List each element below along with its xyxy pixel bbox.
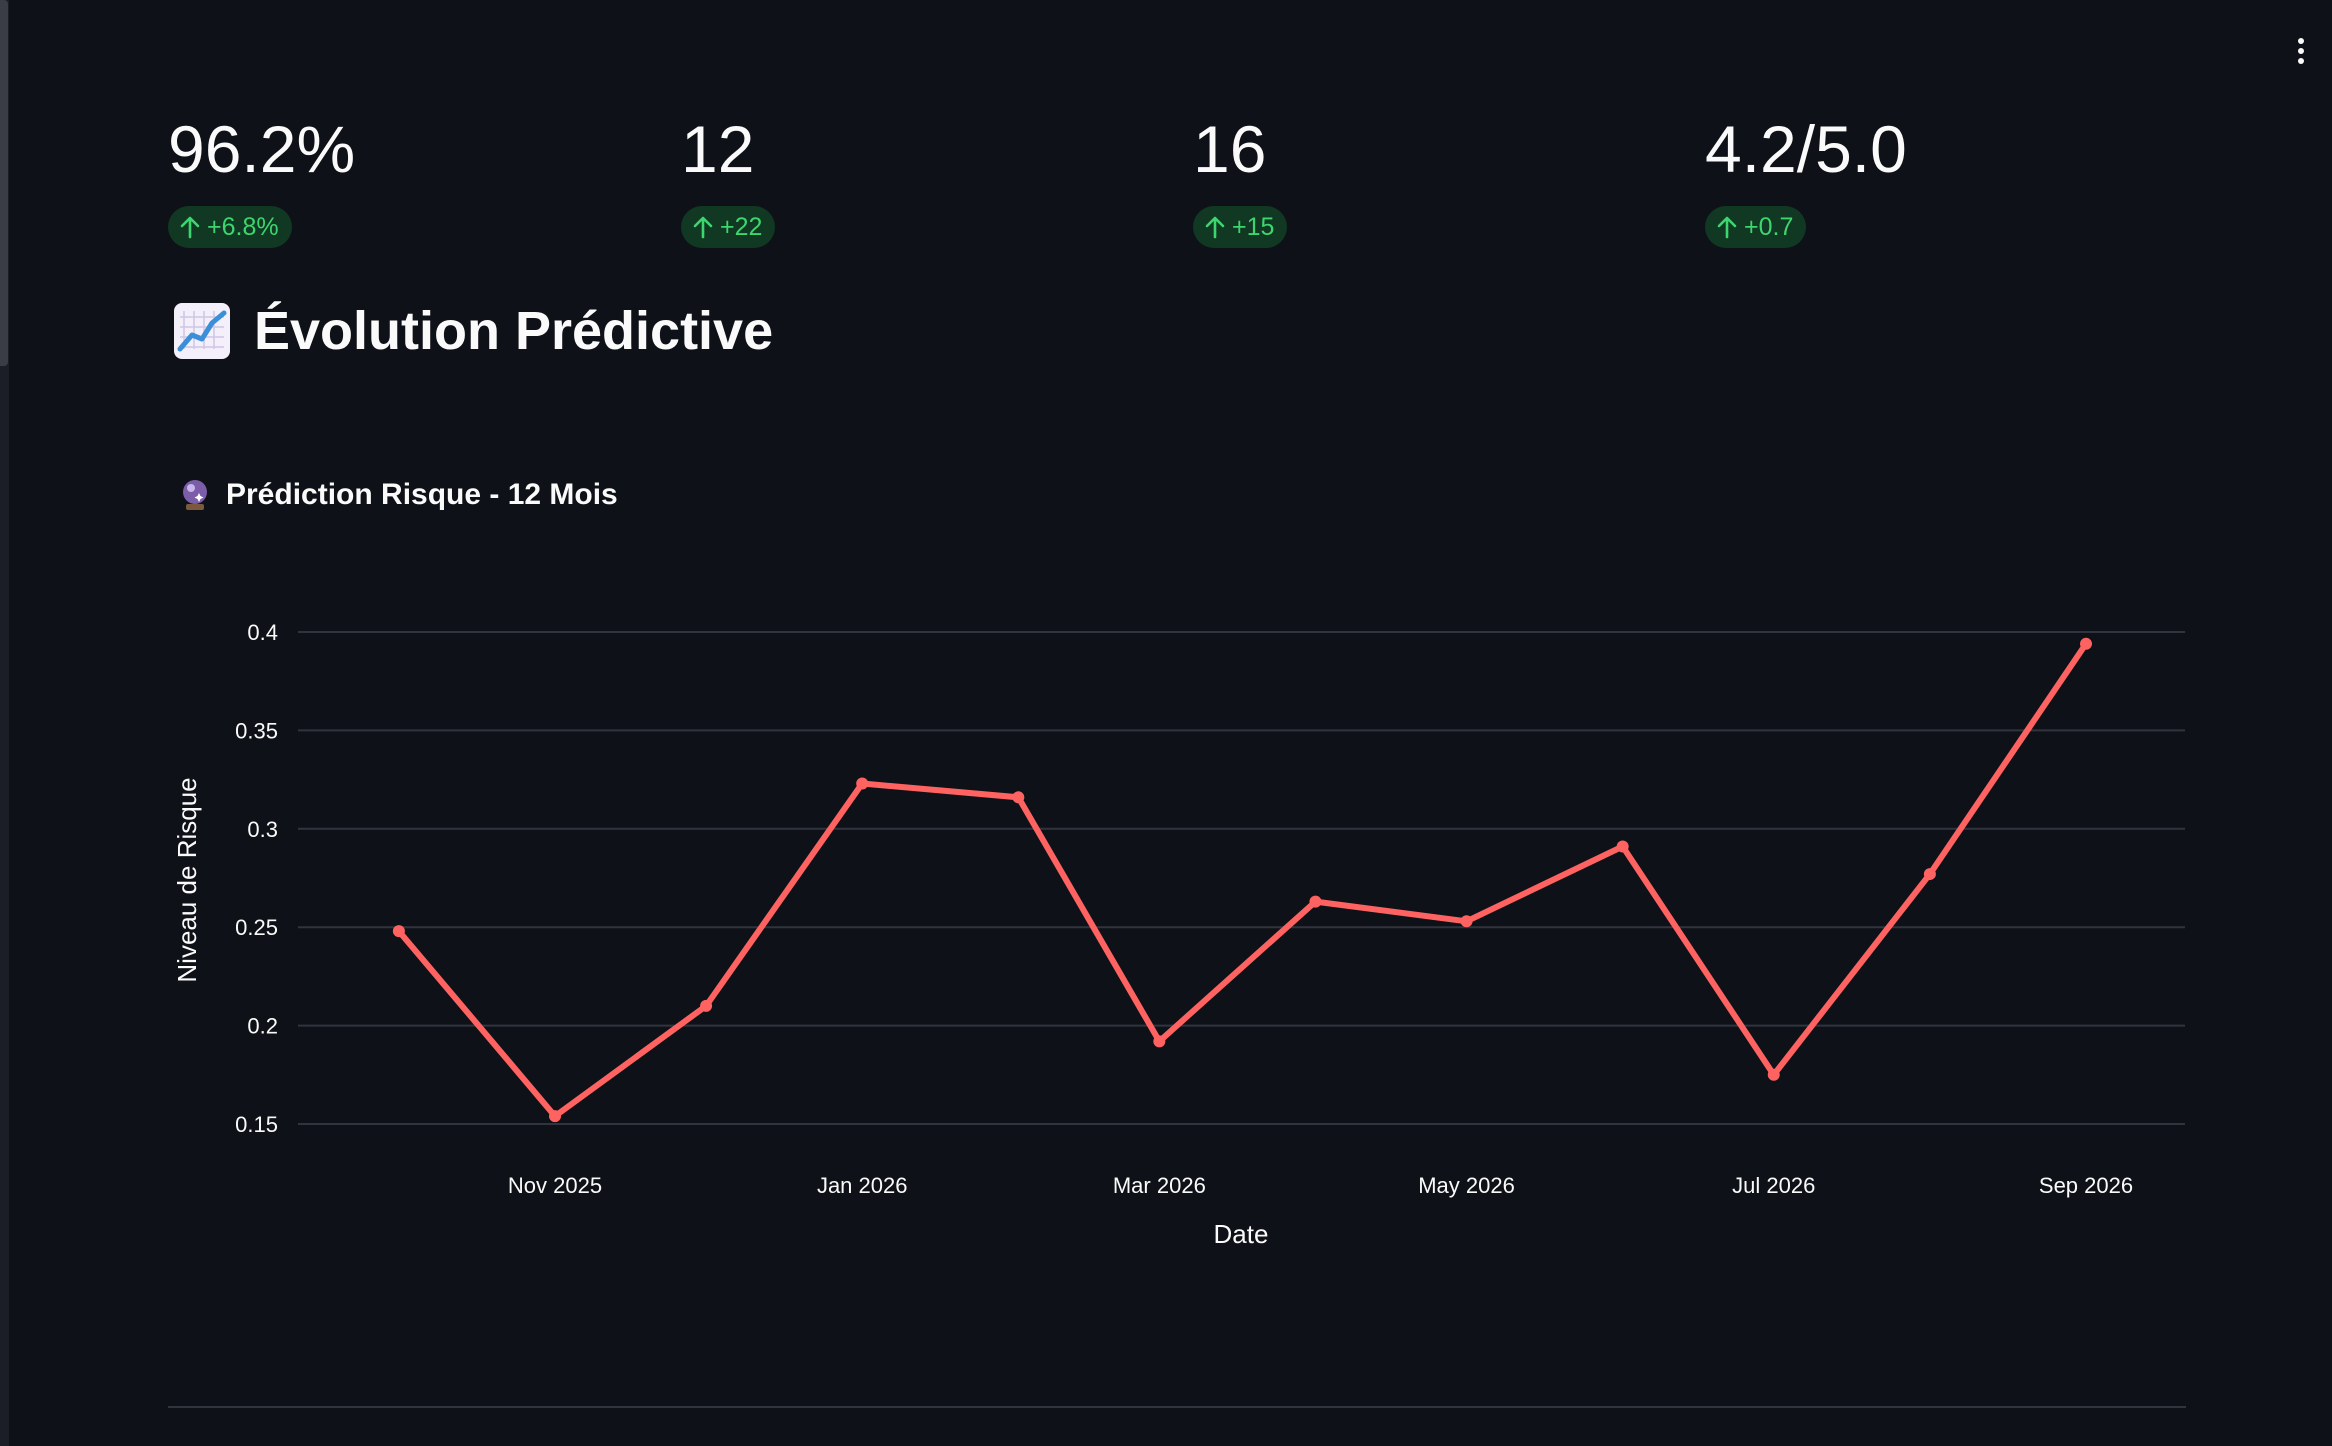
x-tick-label: Sep 2026	[2039, 1173, 2133, 1198]
y-tick-label: 0.25	[235, 915, 278, 940]
data-point[interactable]	[1616, 840, 1629, 853]
data-point[interactable]	[1460, 915, 1473, 928]
y-axis-title: Niveau de Risque	[172, 777, 202, 982]
y-tick-label: 0.4	[247, 620, 278, 645]
data-point[interactable]	[2080, 637, 2092, 650]
y-tick-label: 0.15	[235, 1112, 278, 1137]
data-point[interactable]	[1012, 791, 1025, 804]
data-point[interactable]	[1309, 895, 1322, 908]
x-tick-label: Mar 2026	[1113, 1173, 1206, 1198]
y-tick-label: 0.3	[247, 817, 278, 842]
risk-series-line[interactable]	[395, 640, 2089, 1120]
x-tick-label: Nov 2025	[508, 1173, 602, 1198]
dashboard-page: 96.2% +6.8% 12 +22 16 +15 4.2/5.0 +0.7 É…	[0, 0, 2332, 1446]
y-tick-label: 0.2	[247, 1014, 278, 1039]
x-axis-title: Date	[1214, 1219, 1269, 1249]
data-point[interactable]	[549, 1110, 561, 1123]
x-tick-label: Jul 2026	[1732, 1173, 1815, 1198]
data-point[interactable]	[392, 925, 405, 938]
data-point[interactable]	[700, 999, 713, 1012]
data-point[interactable]	[1923, 868, 1936, 881]
data-point[interactable]	[856, 777, 869, 790]
divider	[168, 1406, 2186, 1408]
risk-line-chart[interactable]: 0.15 0.2 0.25 0.3 0.35 0.4 Nov 2025 Jan 2026 Mar…	[0, 0, 2332, 1300]
x-tick-label: Jan 2026	[817, 1173, 908, 1198]
x-tick-label: May 2026	[1418, 1173, 1515, 1198]
y-tick-label: 0.35	[235, 718, 278, 743]
data-point[interactable]	[1767, 1068, 1780, 1081]
data-point[interactable]	[1153, 1035, 1166, 1048]
